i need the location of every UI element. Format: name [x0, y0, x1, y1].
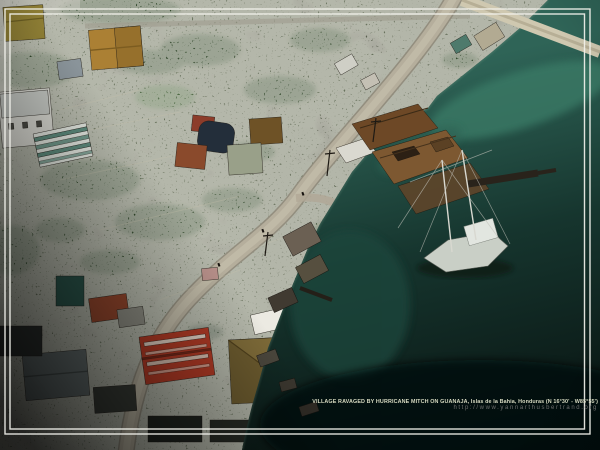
wallpaper: VILLAGE RAVAGED BY HURRICANE MITCH ON GU…	[0, 0, 600, 450]
vignette	[0, 0, 600, 450]
aerial-photo	[0, 0, 600, 450]
